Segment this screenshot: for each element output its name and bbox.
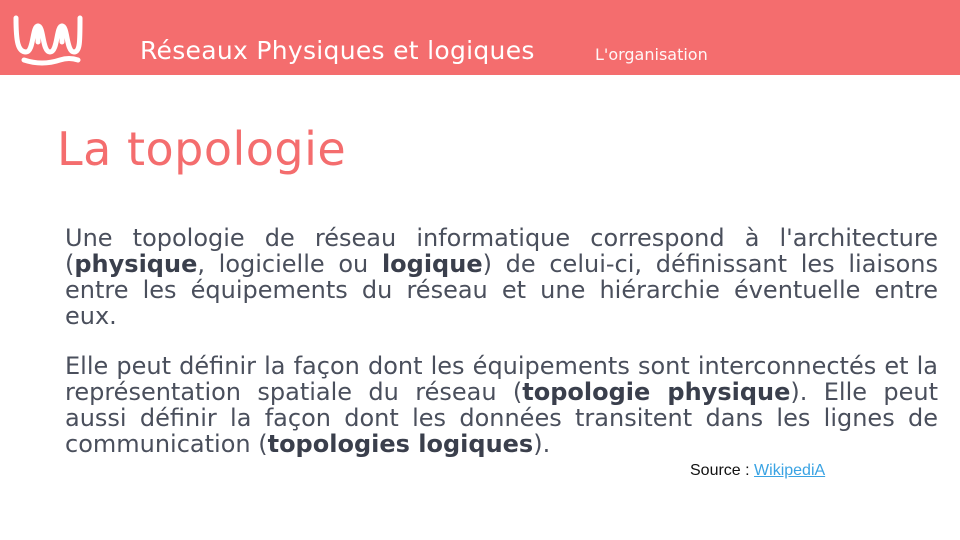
p2-bold-topologies-logiques: topologies logiques — [267, 430, 534, 458]
p1-bold-physique: physique — [74, 250, 198, 278]
source-link[interactable]: WikipediA — [754, 462, 825, 479]
paragraph-1: Une topologie de réseau informatique cor… — [65, 225, 938, 329]
p1-text-2: , logicielle ou — [197, 250, 382, 278]
p2-text-3: ). — [533, 430, 551, 458]
p1-bold-logique: logique — [381, 250, 483, 278]
header-bar: Réseaux Physiques et logiques L'organisa… — [0, 0, 960, 75]
header-subtitle: L'organisation — [595, 45, 708, 64]
paragraph-2: Elle peut définir la façon dont les équi… — [65, 353, 938, 457]
source-citation: Source : WikipediA — [690, 462, 825, 480]
header-title: Réseaux Physiques et logiques — [140, 36, 535, 65]
p2-bold-topologie-physique: topologie physique — [522, 378, 791, 406]
wave-logo-icon — [13, 15, 83, 66]
slide-title: La topologie — [57, 122, 347, 176]
source-label: Source : — [690, 462, 755, 479]
body-text: Une topologie de réseau informatique cor… — [65, 225, 938, 457]
